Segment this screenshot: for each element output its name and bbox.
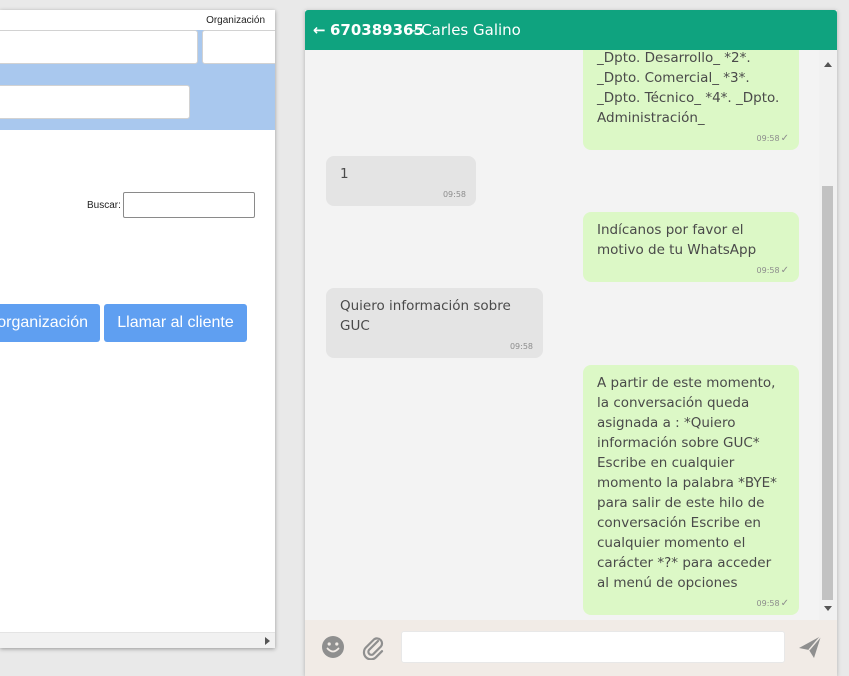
message-text: _Dpto. Desarrollo_ *2*. _Dpto. Comercial… bbox=[597, 50, 780, 126]
message-time: 09:58✓ bbox=[756, 133, 789, 144]
emoji-icon[interactable] bbox=[321, 635, 345, 659]
organization-field[interactable] bbox=[202, 30, 275, 64]
arrow-left-icon[interactable]: ← bbox=[313, 10, 326, 50]
scrollbar-thumb[interactable] bbox=[822, 186, 833, 600]
contact-number: 670389365 bbox=[330, 21, 424, 39]
message-bubble-outgoing: Indícanos por favor el motivo de tu What… bbox=[583, 212, 799, 282]
paperclip-icon[interactable] bbox=[361, 634, 385, 661]
organization-button[interactable]: organización bbox=[0, 304, 100, 342]
search-label: Buscar: bbox=[87, 200, 121, 211]
organization-label: Organización bbox=[206, 15, 265, 26]
message-bubble-incoming: 1 09:58 bbox=[326, 156, 476, 206]
contact-name-text: Carles Galino bbox=[421, 21, 521, 39]
check-icon: ✓ bbox=[780, 598, 789, 609]
message-time: 09:58 bbox=[509, 342, 533, 351]
vertical-scrollbar[interactable] bbox=[819, 50, 837, 620]
chat-panel: ← 670389365 - Carles Galino _Dpto. Desar… bbox=[305, 10, 837, 676]
message-text: Quiero información sobre GUC bbox=[340, 298, 511, 334]
chat-footer bbox=[305, 620, 837, 676]
send-icon[interactable] bbox=[797, 634, 823, 660]
message-text: A partir de este momento, la conversació… bbox=[597, 375, 777, 591]
message-time: 09:58✓ bbox=[756, 265, 789, 276]
message-bubble-incoming: Quiero información sobre GUC 09:58 bbox=[326, 288, 543, 358]
scroll-down-icon[interactable] bbox=[824, 606, 832, 611]
message-list[interactable]: _Dpto. Desarrollo_ *2*. _Dpto. Comercial… bbox=[305, 50, 837, 620]
contact-name: - Carles Galino bbox=[411, 21, 521, 39]
message-text: 1 bbox=[340, 166, 349, 182]
message-text: Indícanos por favor el motivo de tu What… bbox=[597, 222, 757, 258]
scroll-up-icon[interactable] bbox=[824, 62, 832, 67]
message-time: 09:58✓ bbox=[756, 598, 789, 609]
chat-header: ← 670389365 - Carles Galino bbox=[305, 10, 837, 50]
check-icon: ✓ bbox=[780, 265, 789, 276]
name-field[interactable] bbox=[0, 30, 198, 64]
message-input[interactable] bbox=[401, 631, 785, 663]
secondary-field[interactable] bbox=[0, 85, 190, 119]
message-time: 09:58 bbox=[442, 190, 466, 199]
message-bubble-outgoing: _Dpto. Desarrollo_ *2*. _Dpto. Comercial… bbox=[583, 50, 799, 150]
left-panel: Organización Buscar: organización Llamar… bbox=[0, 10, 275, 648]
message-bubble-outgoing: A partir de este momento, la conversació… bbox=[583, 365, 799, 615]
scroll-right-icon[interactable] bbox=[265, 637, 270, 645]
call-client-button[interactable]: Llamar al cliente bbox=[104, 304, 247, 342]
search-input[interactable] bbox=[123, 192, 255, 218]
check-icon: ✓ bbox=[780, 133, 789, 144]
horizontal-scrollbar[interactable] bbox=[0, 632, 275, 648]
